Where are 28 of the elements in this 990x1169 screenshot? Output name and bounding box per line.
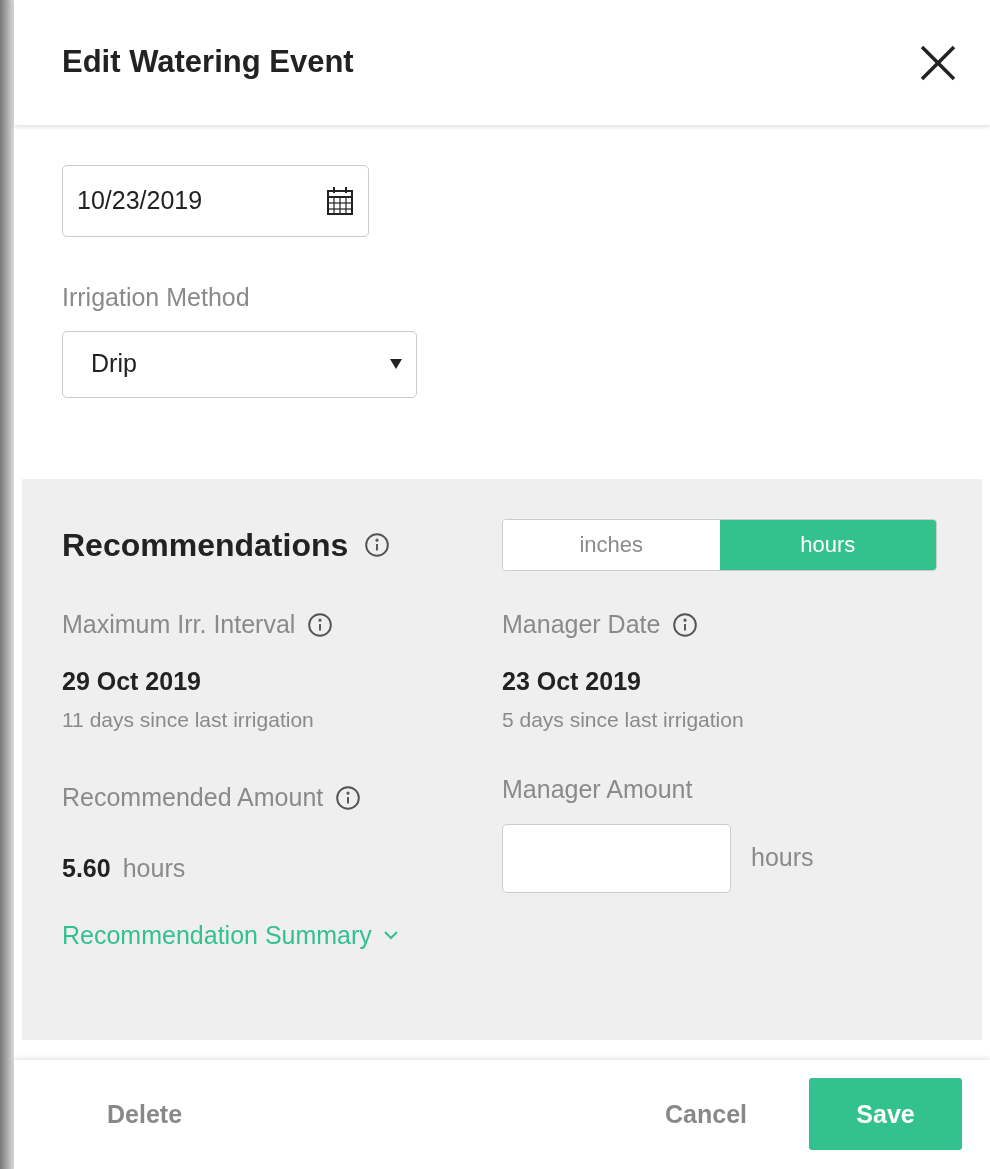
- save-button[interactable]: Save: [809, 1078, 962, 1151]
- field-label: Manager Amount: [502, 773, 693, 805]
- field-label: Maximum Irr. Interval: [62, 608, 296, 640]
- amount-value: 5.60: [62, 852, 111, 884]
- method-select[interactable]: Drip: [62, 330, 417, 398]
- date-value: 29 Oct 2019: [62, 665, 202, 697]
- field-label: Manager Date: [502, 608, 661, 640]
- caret-icon: [390, 359, 402, 369]
- delete-button[interactable]: Delete: [107, 1095, 183, 1133]
- field-label: Irrigation Method: [62, 282, 250, 313]
- unit-text: hours: [122, 852, 186, 884]
- field-label: Recommended Amount: [62, 781, 324, 813]
- info-icon[interactable]: [672, 611, 699, 638]
- info-icon[interactable]: [364, 531, 391, 558]
- info-icon[interactable]: [335, 784, 362, 811]
- note-text: 5 days since last irrigation: [502, 707, 745, 733]
- unit-text: hours: [751, 842, 814, 874]
- info-icon[interactable]: [307, 611, 334, 638]
- calendar-icon[interactable]: [326, 186, 354, 216]
- section-title: Recommendations: [62, 525, 349, 565]
- amount-input[interactable]: [502, 823, 731, 893]
- unit-tab[interactable]: hours: [719, 519, 936, 570]
- summary-link[interactable]: Recommendation Summary: [62, 917, 398, 955]
- date-field[interactable]: 10/23/2019: [62, 165, 369, 237]
- date-value: 23 Oct 2019: [502, 665, 642, 697]
- dialog-title: Edit Watering Event: [62, 43, 354, 82]
- note-text: 11 days since last irrigation: [62, 707, 315, 733]
- cancel-button[interactable]: Cancel: [665, 1095, 747, 1133]
